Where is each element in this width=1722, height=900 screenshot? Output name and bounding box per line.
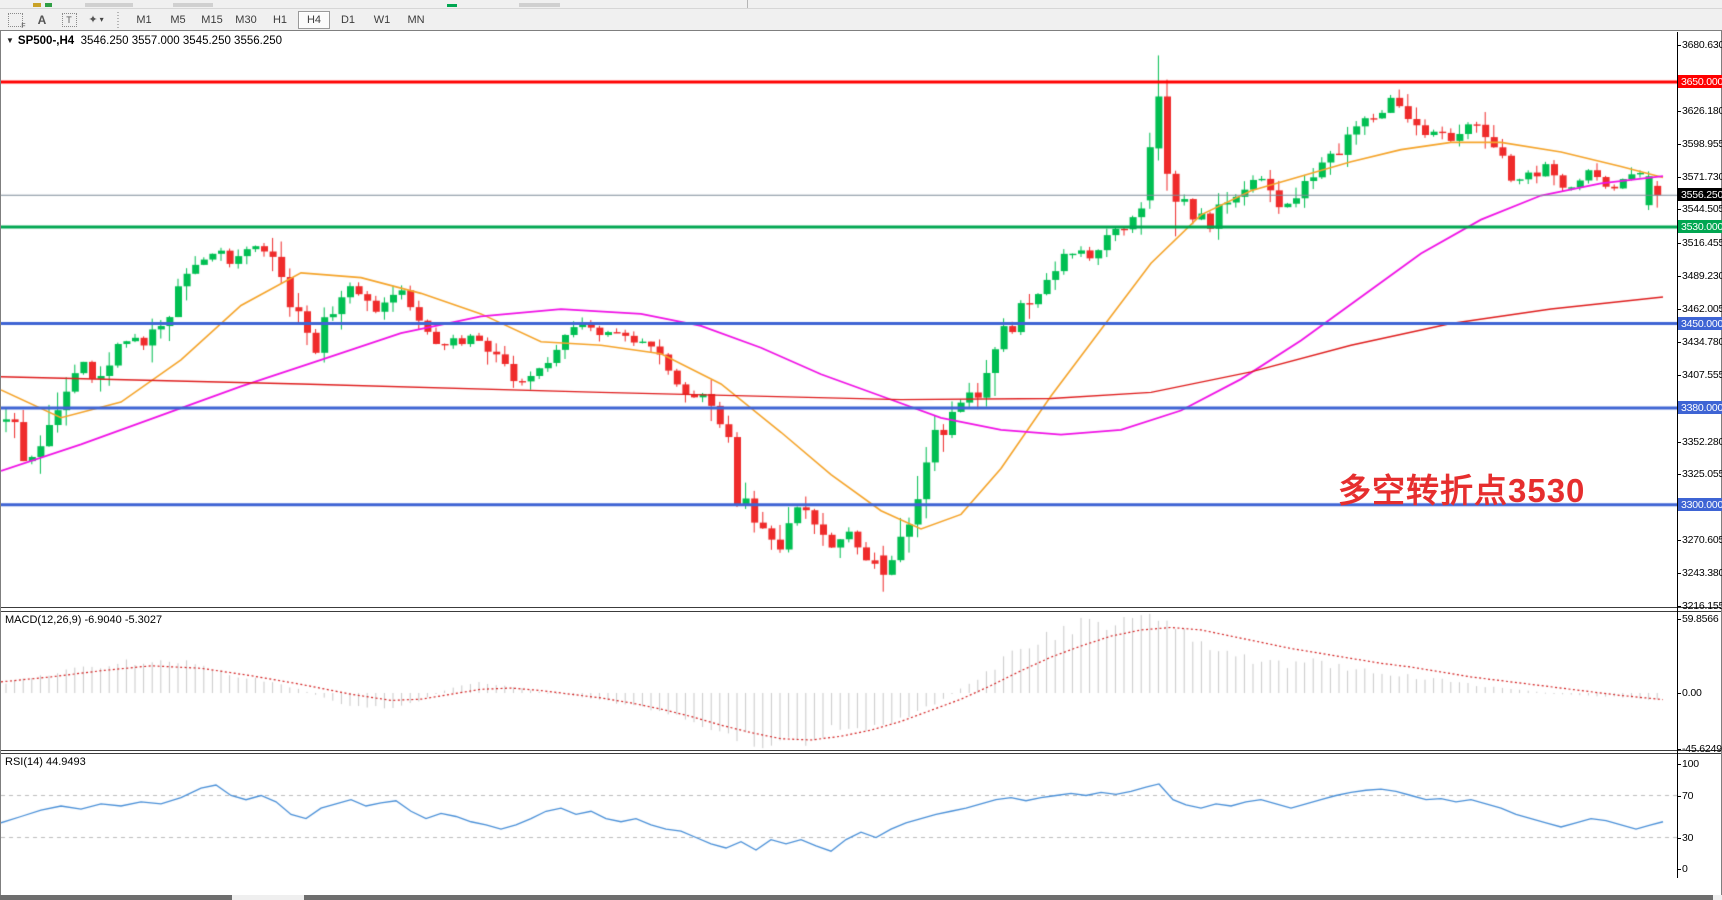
price-axis-tick — [1677, 573, 1681, 574]
price-axis-tick — [1677, 144, 1681, 145]
timeframe-button-M30[interactable]: M30 — [230, 11, 262, 29]
price-axis-tick-label: 3243.380 — [1682, 567, 1722, 579]
drawing-and-timeframe-toolbar: F A T ✦▾ M1M5M15M30H1H4D1W1MN — [0, 9, 1722, 30]
macd-axis-tick — [1677, 619, 1681, 620]
price-level-badge: 3650.000 — [1678, 75, 1722, 88]
horizontal-scrollbar[interactable] — [0, 895, 1722, 900]
price-axis-tick — [1677, 442, 1681, 443]
price-axis-tick-label: 3270.605 — [1682, 534, 1722, 546]
chrome-fragment — [45, 3, 52, 7]
price-axis-tick-label: 3544.505 — [1682, 203, 1722, 215]
price-axis-tick — [1677, 209, 1681, 210]
trading-terminal-window: { "toolbar": { "icons": [ {"name": "fibo… — [0, 0, 1722, 900]
price-axis-tick — [1677, 309, 1681, 310]
macd-axis-label: 59.8566 — [1682, 613, 1719, 625]
rsi-axis-label: 100 — [1682, 758, 1699, 770]
chrome-fragment — [747, 0, 748, 8]
scrollbar-track-gap — [232, 895, 304, 900]
symbol-and-ohlc: SP500-,H4 3546.250 3557.000 3545.250 355… — [18, 35, 282, 47]
price-axis-tick-label: 3434.780 — [1682, 336, 1722, 348]
price-axis-tick-label: 3626.180 — [1682, 105, 1722, 117]
rsi-axis-label: 30 — [1682, 832, 1693, 844]
chevron-down-icon[interactable]: ▼ — [6, 36, 14, 45]
price-axis-tick-label: 3680.630 — [1682, 39, 1722, 51]
price-level-badge: 3380.000 — [1678, 401, 1722, 414]
chrome-fragment — [447, 4, 457, 7]
macd-label: MACD(12,26,9) -6.9040 -5.3027 — [5, 614, 162, 626]
rsi-pane-canvas[interactable] — [1, 754, 1677, 877]
price-axis-tick — [1677, 111, 1681, 112]
price-level-badge: 3300.000 — [1678, 498, 1722, 511]
rsi-label: RSI(14) 44.9493 — [5, 756, 86, 768]
bid-price-badge: 3556.250 — [1678, 188, 1722, 201]
timeframe-button-M15[interactable]: M15 — [196, 11, 228, 29]
timeframe-button-M1[interactable]: M1 — [128, 11, 160, 29]
scrollbar-track-gap — [1713, 895, 1722, 900]
chrome-fragment — [173, 3, 213, 7]
price-axis-tick-label: 3325.055 — [1682, 468, 1722, 480]
price-axis-tick-label: 3598.955 — [1682, 138, 1722, 150]
window-chrome-sliver — [0, 0, 1722, 9]
rsi-axis-label: 70 — [1682, 790, 1693, 802]
price-axis-tick — [1677, 276, 1681, 277]
price-axis-tick — [1677, 45, 1681, 46]
price-axis-tick-label: 3516.455 — [1682, 237, 1722, 249]
price-axis-tick-label: 3462.005 — [1682, 303, 1722, 315]
timeframe-button-H4[interactable]: H4 — [298, 11, 330, 29]
price-axis-tick — [1677, 474, 1681, 475]
chart-title: ▼ SP500-,H4 3546.250 3557.000 3545.250 35… — [6, 35, 282, 47]
timeframe-button-row: M1M5M15M30H1H4D1W1MN — [127, 11, 433, 29]
macd-pane-canvas[interactable] — [1, 612, 1677, 750]
chart-annotation[interactable]: 多空转折点3530 — [1338, 464, 1585, 512]
price-level-badge: 3530.000 — [1678, 220, 1722, 233]
chrome-fragment — [519, 3, 560, 7]
chrome-fragment — [85, 3, 133, 7]
price-axis-tick — [1677, 606, 1681, 607]
price-axis-tick — [1677, 243, 1681, 244]
price-axis-tick — [1677, 540, 1681, 541]
price-axis-tick-label: 3352.280 — [1682, 436, 1722, 448]
price-axis-tick-label: 3407.555 — [1682, 369, 1722, 381]
price-axis-tick-label: 3216.155 — [1682, 600, 1722, 612]
chevron-down-icon: ▾ — [100, 15, 104, 24]
timeframe-button-W1[interactable]: W1 — [366, 11, 398, 29]
main-chart-canvas[interactable] — [1, 32, 1677, 607]
price-level-badge: 3450.000 — [1678, 317, 1722, 330]
macd-axis-label: 0.00 — [1682, 687, 1702, 699]
fibonacci-tool-icon[interactable]: F — [3, 11, 27, 29]
text-tool-icon[interactable]: A — [30, 11, 54, 29]
rsi-axis-tick — [1677, 764, 1681, 765]
rsi-axis-tick — [1677, 869, 1681, 870]
toolbar-grip[interactable] — [116, 12, 121, 28]
price-axis-tick — [1677, 375, 1681, 376]
rsi-axis-label: 0 — [1682, 863, 1688, 875]
timeframe-button-MN[interactable]: MN — [400, 11, 432, 29]
price-axis-border — [1677, 32, 1678, 878]
price-axis-tick — [1677, 177, 1681, 178]
timeframe-button-M5[interactable]: M5 — [162, 11, 194, 29]
price-axis-tick-label: 3571.730 — [1682, 171, 1722, 183]
macd-axis-label: -45.6249 — [1682, 743, 1722, 755]
timeframe-button-D1[interactable]: D1 — [332, 11, 364, 29]
macd-axis-tick — [1677, 693, 1681, 694]
price-axis-tick-label: 3489.230 — [1682, 270, 1722, 282]
rsi-axis-tick — [1677, 838, 1681, 839]
arrow-tools-icon[interactable]: ✦▾ — [84, 11, 108, 29]
timeframe-button-H1[interactable]: H1 — [264, 11, 296, 29]
macd-axis-tick — [1677, 749, 1681, 750]
chrome-fragment — [33, 3, 41, 7]
rsi-axis-tick — [1677, 796, 1681, 797]
text-label-tool-icon[interactable]: T — [57, 11, 81, 29]
price-axis-tick — [1677, 342, 1681, 343]
chart-window: ▼ SP500-,H4 3546.250 3557.000 3545.250 35… — [0, 30, 1722, 896]
